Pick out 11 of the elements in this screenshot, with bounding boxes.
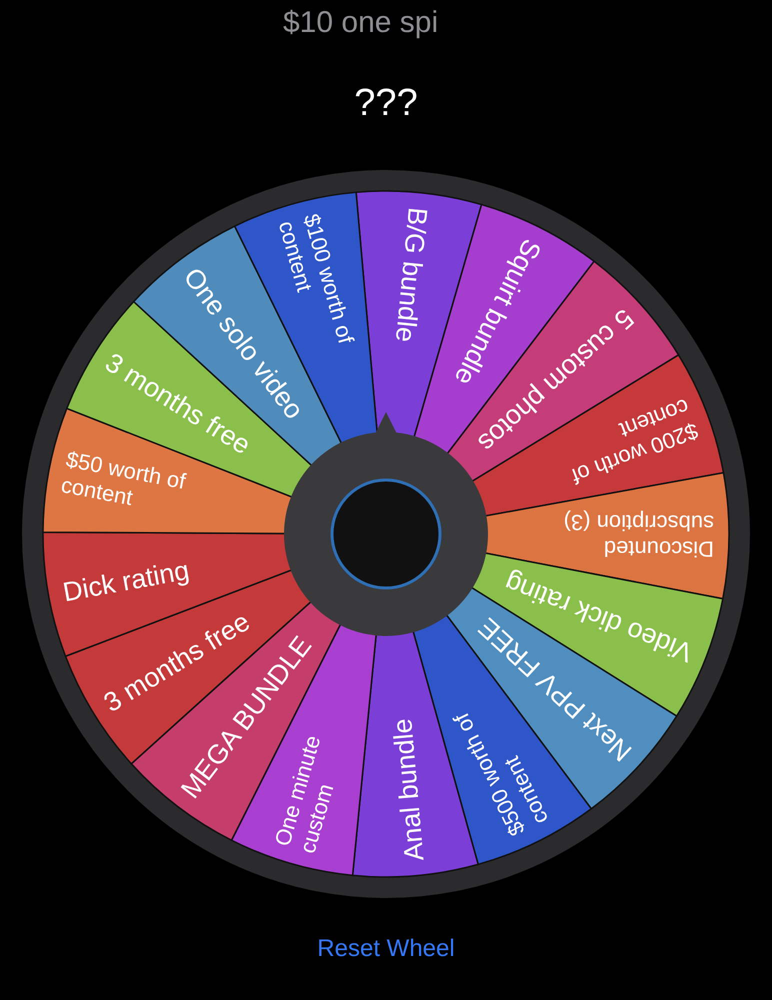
segment-label: Anal bundle bbox=[387, 717, 430, 862]
segment-label: B/G bundle bbox=[390, 206, 433, 344]
segment-label: One minute custom bbox=[270, 732, 338, 856]
segment-label: Discounted subscription (3) bbox=[564, 510, 714, 562]
prompt-text: ??? bbox=[354, 82, 418, 126]
partial-title: $10 one spi bbox=[283, 6, 438, 40]
segment-label: $100 worth of content bbox=[274, 211, 359, 346]
segment-label: $50 worth of content bbox=[59, 446, 188, 510]
segment-label: $200 worth of content bbox=[568, 394, 702, 489]
segment-label: Dick rating bbox=[60, 555, 192, 608]
reset-wheel-button[interactable]: Reset Wheel bbox=[317, 935, 455, 963]
